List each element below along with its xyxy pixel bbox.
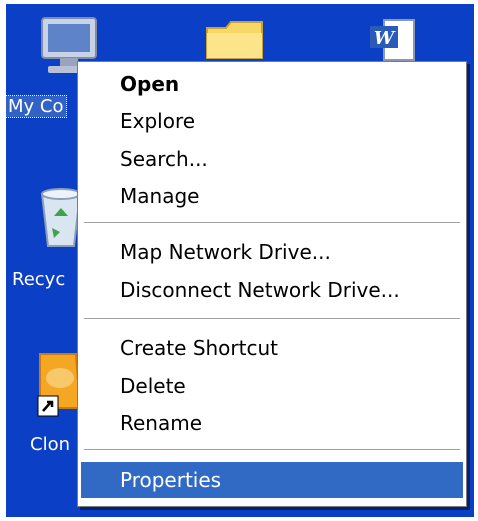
- menu-item-create-shortcut[interactable]: Create Shortcut: [78, 330, 466, 366]
- menu-item-properties[interactable]: Properties: [81, 462, 463, 498]
- my-computer-label[interactable]: My Co: [6, 95, 67, 118]
- word-document-icon[interactable]: W: [366, 18, 426, 62]
- menu-item-map-network-drive[interactable]: Map Network Drive...: [78, 234, 466, 270]
- menu-item-manage[interactable]: Manage: [78, 178, 466, 214]
- menu-separator: [84, 449, 460, 451]
- menu-separator: [84, 318, 460, 320]
- menu-item-disconnect-network-drive[interactable]: Disconnect Network Drive...: [78, 272, 466, 308]
- menu-item-rename[interactable]: Rename: [78, 405, 466, 441]
- menu-item-explore[interactable]: Explore: [78, 103, 466, 139]
- recycle-bin-label[interactable]: Recyc: [12, 269, 65, 290]
- clone-shortcut-label[interactable]: Clon: [30, 434, 70, 455]
- menu-item-search[interactable]: Search...: [78, 141, 466, 177]
- desktop: My Co W Recyc Clon Open Explore Search..…: [6, 4, 474, 517]
- context-menu: Open Explore Search... Manage Map Networ…: [77, 61, 467, 507]
- folder-icon[interactable]: [204, 18, 266, 62]
- menu-item-delete[interactable]: Delete: [78, 368, 466, 404]
- menu-item-open[interactable]: Open: [78, 66, 466, 102]
- svg-text:W: W: [374, 28, 396, 49]
- menu-separator: [84, 222, 460, 224]
